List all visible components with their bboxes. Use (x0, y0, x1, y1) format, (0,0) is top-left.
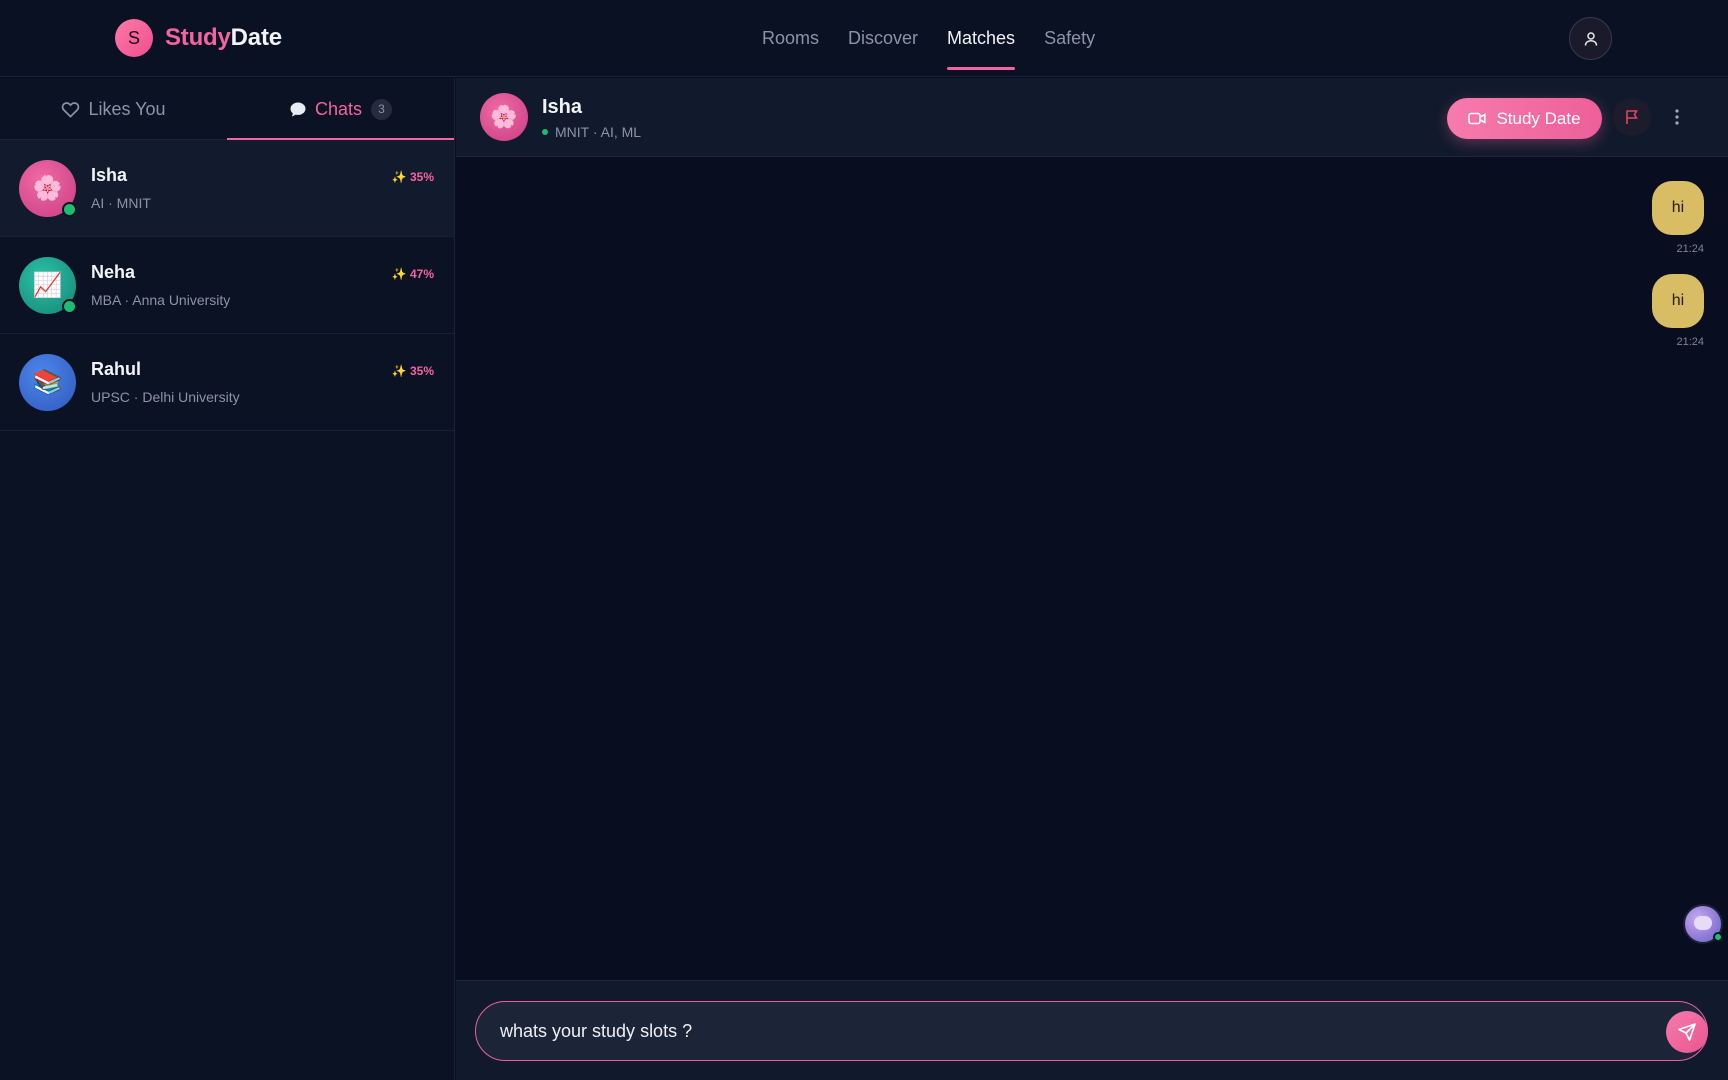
message-outgoing: hi 21:24 (1652, 181, 1704, 255)
avatar-emoji: 📚 (32, 368, 63, 396)
bot-face-icon (1694, 916, 1712, 930)
assistant-bot-button[interactable] (1683, 904, 1723, 944)
chat-list: 🌸 Isha AI · MNIT ✨ 35% 📈 Neha MBA · Anna… (0, 140, 454, 431)
heart-icon (61, 101, 80, 118)
user-icon (1584, 31, 1597, 46)
chat-item-rahul[interactable]: 📚 Rahul UPSC · Delhi University ✨ 35% (0, 334, 454, 431)
chat-subtitle: MBA · Anna University (91, 292, 231, 308)
online-status-dot (542, 129, 548, 135)
chat-subtitle: UPSC · Delhi University (91, 389, 240, 405)
message-composer (456, 980, 1728, 1080)
chat-partner-name: Isha (542, 96, 583, 118)
brand-name-study: Study (165, 24, 231, 51)
nav-rooms[interactable]: Rooms (762, 0, 819, 77)
study-date-button[interactable]: Study Date (1447, 98, 1602, 139)
send-button[interactable] (1666, 1011, 1708, 1053)
avatar-emoji: 🌸 (490, 104, 518, 129)
avatar: 🌸 (19, 159, 77, 217)
message-bubble: hi (1652, 181, 1704, 235)
sidebar-tabs: Likes You Chats 3 (0, 78, 454, 141)
brand-logo[interactable]: S StudyDate (115, 19, 282, 57)
avatar: 📚 (19, 353, 76, 411)
message-input-wrapper (475, 1001, 1708, 1061)
kebab-menu-icon (1675, 109, 1679, 125)
chat-item-isha[interactable]: 🌸 Isha AI · MNIT ✨ 35% (0, 140, 454, 237)
chat-partner-avatar[interactable]: 🌸 (480, 93, 528, 141)
message-timestamp: 21:24 (1676, 243, 1704, 255)
chat-subtitle: AI · MNIT (91, 195, 151, 211)
tab-likes-you[interactable]: Likes You (0, 78, 227, 140)
chat-header: 🌸 Isha MNIT · AI, ML Study Date (456, 78, 1728, 157)
chat-partner-status: MNIT · AI, ML (542, 124, 641, 140)
chat-partner-details: MNIT · AI, ML (555, 124, 642, 140)
message-timestamp: 21:24 (1676, 336, 1704, 348)
message-outgoing: hi 21:24 (1652, 274, 1704, 348)
avatar-emoji: 🌸 (32, 174, 63, 202)
online-status-dot (62, 298, 77, 314)
brand-name-date: Date (230, 24, 282, 51)
tab-chats[interactable]: Chats 3 (227, 78, 454, 141)
brand-name: StudyDate (165, 24, 282, 52)
chat-item-neha[interactable]: 📈 Neha MBA · Anna University ✨ 47% (0, 237, 454, 334)
match-score: ✨ 35% (391, 364, 434, 378)
tab-chats-label: Chats (314, 98, 363, 119)
send-icon (1678, 1023, 1696, 1041)
online-status-dot (62, 201, 77, 217)
top-navbar: S StudyDate Rooms Discover Matches Safet… (0, 0, 1728, 77)
match-score: ✨ 47% (391, 267, 434, 281)
matches-sidebar: Likes You Chats 3 🌸 Isha AI · MNIT ✨ 35% (0, 78, 455, 1080)
main-nav: Rooms Discover Matches Safety (762, 0, 1124, 77)
avatar-emoji: 📈 (32, 271, 63, 299)
profile-button[interactable] (1569, 17, 1612, 60)
speech-bubble-icon (289, 101, 307, 118)
message-bubble: hi (1652, 274, 1704, 328)
study-date-label: Study Date (1496, 108, 1581, 128)
tab-likes-you-label: Likes You (88, 98, 166, 119)
message-thread: hi 21:24 hi 21:24 (456, 158, 1728, 980)
video-camera-icon (1468, 112, 1487, 125)
report-button[interactable] (1613, 98, 1651, 136)
chats-count-badge: 3 (371, 98, 393, 120)
more-options-button[interactable] (1667, 98, 1687, 136)
nav-safety[interactable]: Safety (1044, 0, 1095, 77)
flag-icon (1626, 110, 1638, 124)
match-score: ✨ 35% (391, 170, 434, 184)
message-input[interactable] (500, 1002, 1620, 1060)
avatar: 📈 (19, 256, 77, 314)
online-status-dot (1713, 932, 1723, 942)
nav-matches[interactable]: Matches (947, 0, 1016, 77)
nav-discover[interactable]: Discover (848, 0, 918, 77)
logo-mark: S (115, 19, 153, 57)
